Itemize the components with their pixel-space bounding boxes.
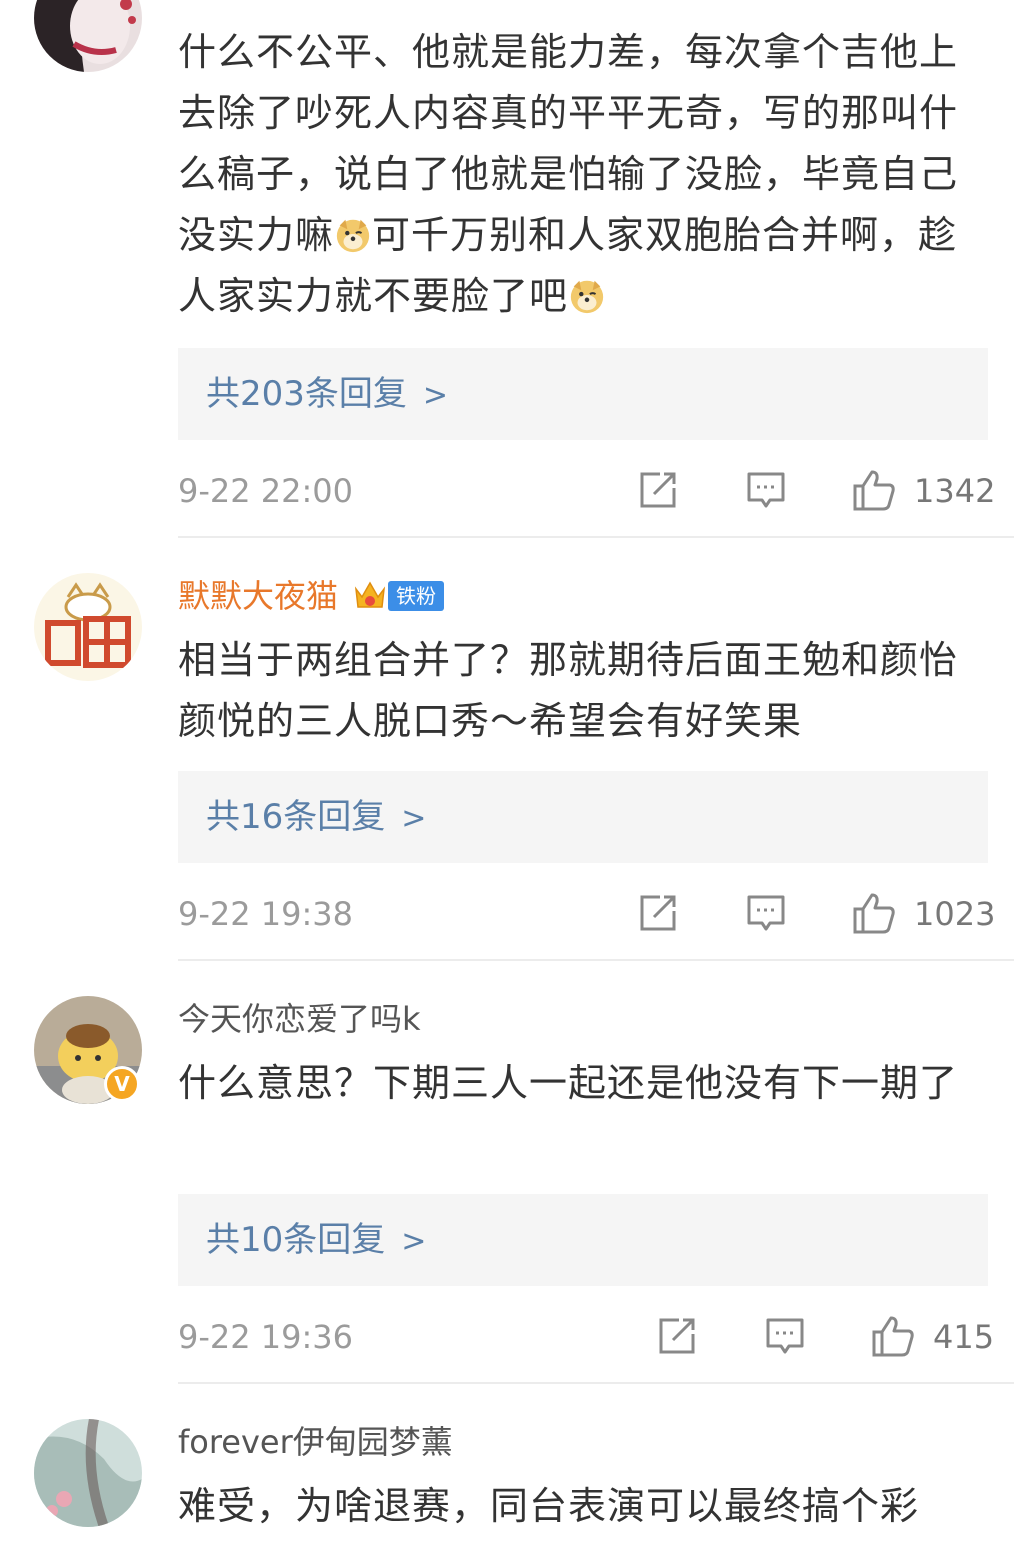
username-text: 默默大夜猫 — [178, 577, 339, 615]
username[interactable]: 默默大夜猫 铁粉 — [178, 576, 445, 616]
view-replies-link[interactable]: 共16条回复 > — [206, 793, 426, 843]
avatar[interactable] — [34, 0, 142, 72]
thumbs-up-icon[interactable] — [852, 891, 896, 935]
thumbs-up-icon[interactable] — [871, 1314, 915, 1358]
chevron-right-icon: > — [401, 801, 427, 836]
username[interactable]: forever伊甸园梦薰 — [178, 1422, 453, 1462]
repost-icon[interactable] — [657, 1316, 697, 1356]
comment-time: 9-22 19:38 — [178, 895, 354, 933]
thumbs-up-icon[interactable] — [852, 468, 896, 512]
repost-icon[interactable] — [638, 893, 678, 933]
comment-icon[interactable] — [765, 1316, 805, 1356]
view-replies-link[interactable]: 共10条回复 > — [206, 1216, 426, 1266]
comment-text: 什么意思？下期三人一起还是他没有下一期了 — [178, 1061, 959, 1105]
like-count: 415 — [933, 1318, 995, 1356]
comment-time: 9-22 19:36 — [178, 1318, 354, 1356]
comment-text: 什么不公平、他就是能力差，每次拿个吉他上去除了吵死人内容真的平平无奇，写的那叫什… — [178, 22, 993, 327]
divider — [178, 1382, 1014, 1384]
like-count: 1023 — [914, 895, 996, 933]
fan-badge: 铁粉 — [388, 581, 445, 611]
replies-box[interactable]: 共203条回复 > — [178, 348, 988, 440]
crown-icon — [354, 581, 386, 608]
replies-box[interactable]: 共16条回复 > — [178, 771, 988, 863]
comment-icon[interactable] — [746, 893, 786, 933]
divider — [178, 536, 1014, 538]
verified-v-icon: V — [104, 1066, 140, 1102]
like-count: 1342 — [914, 472, 996, 510]
chevron-right-icon: > — [422, 378, 449, 413]
avatar[interactable] — [34, 573, 142, 681]
divider — [178, 959, 1014, 961]
replies-box[interactable]: 共10条回复 > — [178, 1194, 988, 1286]
replies-label: 共10条回复 — [206, 1220, 386, 1260]
repost-icon[interactable] — [638, 470, 678, 510]
replies-label: 共16条回复 — [206, 797, 386, 837]
avatar[interactable] — [34, 1419, 142, 1527]
comment-time: 9-22 22:00 — [178, 472, 354, 510]
comment-text: 难受，为啥退赛，同台表演可以最终搞个彩 — [178, 1484, 920, 1528]
username[interactable]: 今天你恋爱了吗k — [178, 999, 421, 1039]
doge-emoji-icon — [570, 280, 604, 314]
view-replies-link[interactable]: 共203条回复 > — [206, 370, 448, 420]
doge-emoji-icon — [336, 219, 370, 253]
comment-text: 相当于两组合并了？那就期待后面王勉和颜怡颜悦的三人脱口秀～希望会有好笑果 — [178, 638, 959, 743]
replies-label: 共203条回复 — [206, 374, 407, 414]
chevron-right-icon: > — [401, 1224, 427, 1259]
comment-icon[interactable] — [746, 470, 786, 510]
